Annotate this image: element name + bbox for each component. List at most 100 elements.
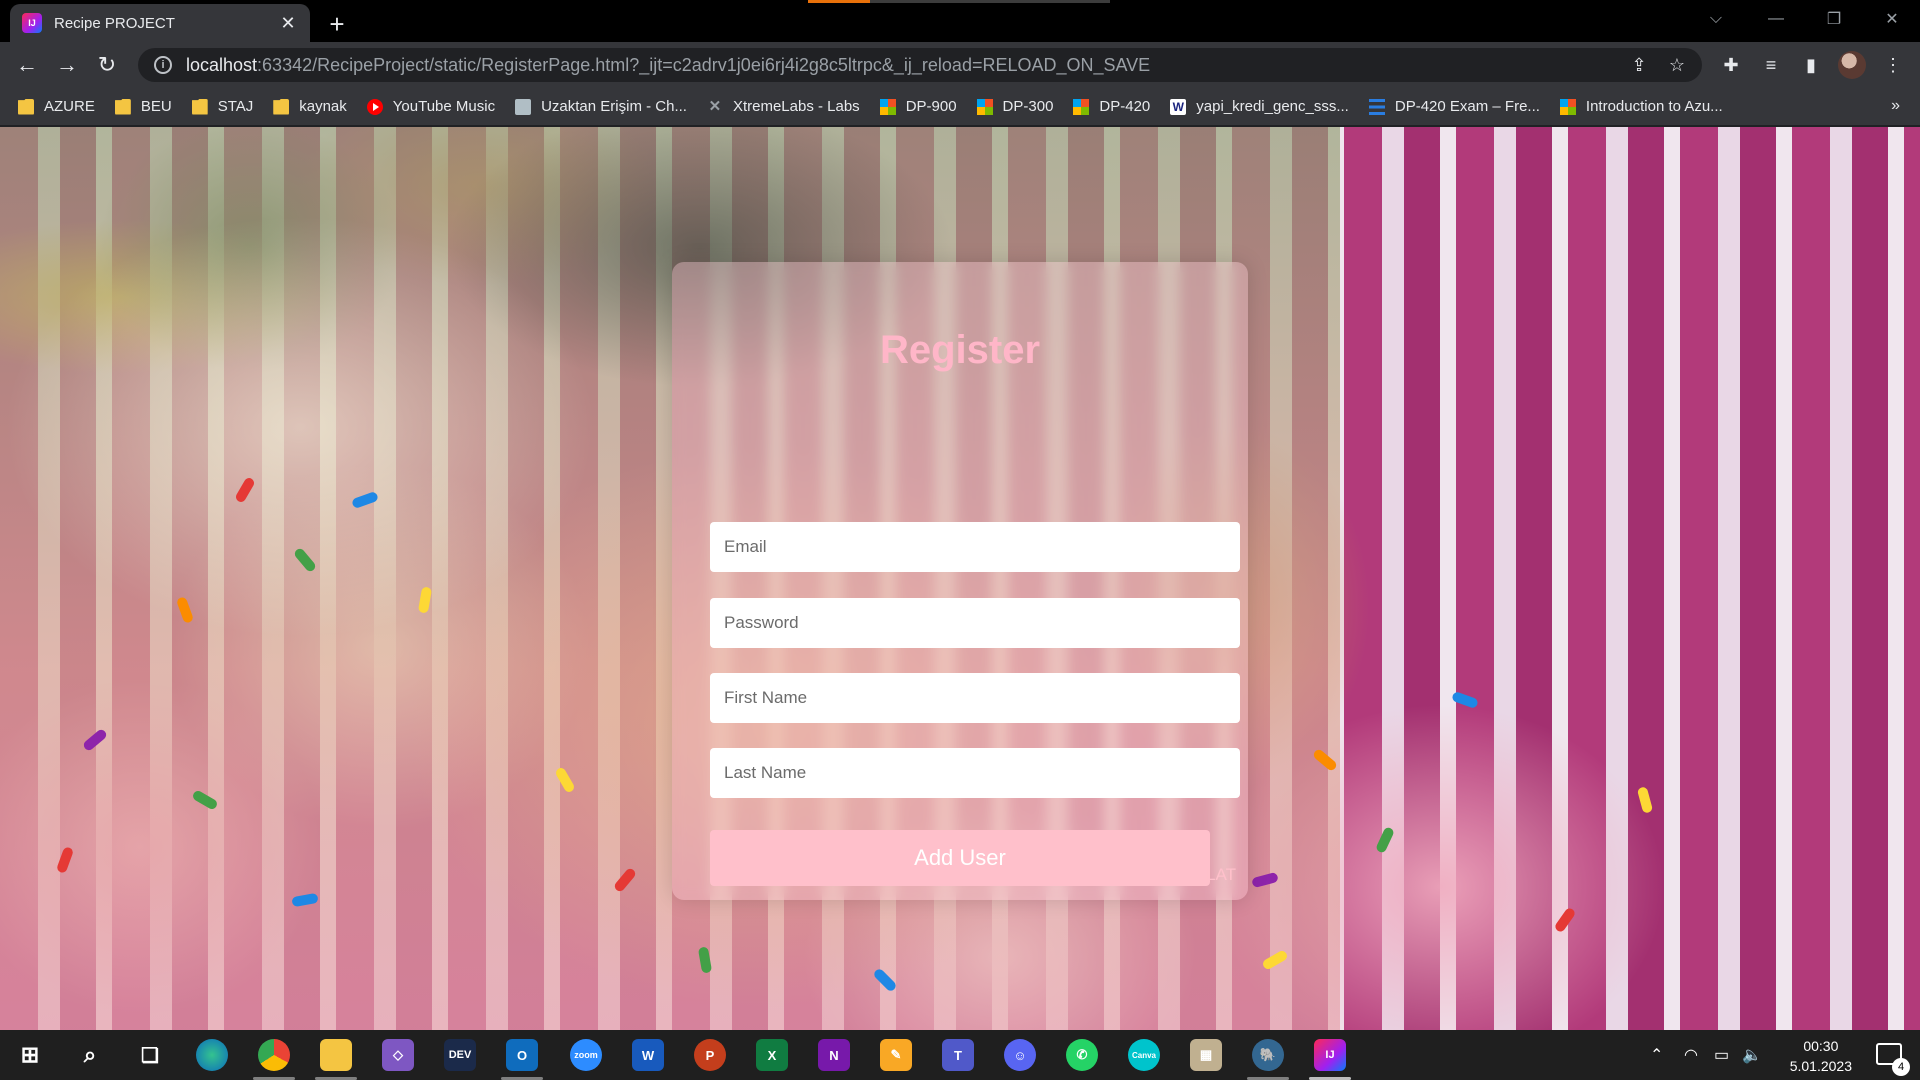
teams-icon[interactable]: T xyxy=(942,1039,974,1071)
visual-studio-icon[interactable]: ◇ xyxy=(382,1039,414,1071)
task-view-icon[interactable]: ❏ xyxy=(134,1039,166,1071)
wifi-icon[interactable]: ◠ xyxy=(1684,1030,1698,1080)
bookmark-dp-900[interactable]: DP-900 xyxy=(879,98,957,115)
battery-icon[interactable]: ▭ xyxy=(1714,1030,1729,1080)
folder-icon xyxy=(273,98,290,115)
sprinkle-decoration xyxy=(1251,871,1279,889)
register-card: Register Add User xyxy=(672,262,1248,900)
bookmark-label: STAJ xyxy=(217,98,254,115)
back-icon[interactable]: ← xyxy=(12,50,42,80)
sprinkle-decoration xyxy=(291,892,319,908)
sprinkle-decoration xyxy=(1451,690,1479,710)
first-name-field[interactable] xyxy=(710,673,1240,723)
more-bookmarks-button[interactable]: » xyxy=(1891,97,1900,115)
powerpoint-icon[interactable]: P xyxy=(694,1039,726,1071)
sprinkle-decoration xyxy=(1374,826,1396,854)
share-icon[interactable]: ⇪ xyxy=(1628,54,1650,76)
minimize-icon[interactable]: — xyxy=(1756,4,1796,34)
last-name-field[interactable] xyxy=(710,748,1240,798)
bookmark-azure[interactable]: AZURE xyxy=(18,98,95,115)
remote-access-icon xyxy=(515,98,532,115)
sprinkle-decoration xyxy=(417,586,433,614)
bookmark-label: kaynak xyxy=(299,98,347,115)
canva-icon[interactable]: Canva xyxy=(1128,1039,1160,1071)
sprinkle-decoration xyxy=(554,766,576,794)
sprinkle-decoration xyxy=(81,727,109,753)
bookmark-xtremelabs[interactable]: ✕ XtremeLabs - Labs xyxy=(707,98,860,115)
password-field[interactable] xyxy=(710,598,1240,648)
media-control-icon[interactable]: ≡ xyxy=(1758,52,1784,78)
bookmark-dp-300[interactable]: DP-300 xyxy=(976,98,1053,115)
show-hidden-icons-icon[interactable]: ⌃ xyxy=(1650,1030,1663,1080)
profile-avatar[interactable] xyxy=(1838,51,1866,79)
menu-kebab-icon[interactable]: ⋮ xyxy=(1880,52,1906,78)
sprinkle-decoration xyxy=(697,946,713,974)
bookmark-label: DP-420 Exam – Fre... xyxy=(1394,98,1540,115)
notification-count: 4 xyxy=(1892,1058,1910,1076)
chrome-icon[interactable] xyxy=(258,1039,290,1071)
extensions-icon[interactable]: ✚ xyxy=(1718,52,1744,78)
outlook-icon[interactable]: O xyxy=(506,1039,538,1071)
bookmark-introduction-azure[interactable]: Introduction to Azu... xyxy=(1559,98,1723,115)
dev-icon[interactable]: DEV xyxy=(444,1039,476,1071)
sprinkle-decoration xyxy=(55,846,75,874)
sprinkle-decoration xyxy=(612,866,638,894)
discord-icon[interactable]: ☺ xyxy=(1004,1039,1036,1071)
onenote-icon[interactable]: N xyxy=(818,1039,850,1071)
close-icon[interactable]: ✕ xyxy=(278,13,298,33)
new-tab-button[interactable]: + xyxy=(322,9,352,39)
zoom-icon[interactable]: zoom xyxy=(570,1039,602,1071)
sprinkle-decoration xyxy=(872,967,898,993)
intellij-icon[interactable]: IJ xyxy=(1314,1039,1346,1071)
microsoft-icon xyxy=(976,98,993,115)
window-close-icon[interactable]: ✕ xyxy=(1872,4,1912,34)
sprinkle-decoration xyxy=(1553,906,1577,934)
email-field[interactable] xyxy=(710,522,1240,572)
url-path: :63342/RecipeProject/static/RegisterPage… xyxy=(257,54,1151,75)
bookmark-label: DP-420 xyxy=(1099,98,1151,115)
bookmark-uzaktan-erisim[interactable]: Uzaktan Erişim - Ch... xyxy=(515,98,687,115)
browser-toolbar: ← → ↻ i localhost:63342/RecipeProject/st… xyxy=(0,42,1920,88)
bookmark-staj[interactable]: STAJ xyxy=(191,98,254,115)
restore-icon[interactable]: ❐ xyxy=(1814,4,1854,34)
volume-icon[interactable]: 🔈 xyxy=(1742,1030,1762,1080)
file-explorer-icon[interactable] xyxy=(320,1039,352,1071)
sprinkle-decoration xyxy=(292,546,318,574)
bookmark-star-icon[interactable]: ☆ xyxy=(1666,54,1688,76)
bookmark-dp-420-exam[interactable]: DP-420 Exam – Fre... xyxy=(1368,98,1540,115)
word-icon[interactable]: W xyxy=(632,1039,664,1071)
bookmark-yapi-kredi[interactable]: Wyapi_kredi_genc_sss... xyxy=(1170,98,1349,115)
pdf-icon[interactable]: ✎ xyxy=(880,1039,912,1071)
taskbar-clock[interactable]: 00:30 5.01.2023 xyxy=(1790,1036,1852,1076)
bookmark-label: YouTube Music xyxy=(392,98,496,115)
tab-search-icon[interactable]: ⌵ xyxy=(1696,4,1736,34)
youtube-music-icon xyxy=(366,98,383,115)
site-info-icon[interactable]: i xyxy=(154,56,172,74)
bookmark-dp-420[interactable]: DP-420 xyxy=(1073,98,1150,115)
bookmark-youtube-music[interactable]: YouTube Music xyxy=(366,98,496,115)
reload-icon[interactable]: ↻ xyxy=(92,50,122,80)
edge-icon[interactable] xyxy=(196,1039,228,1071)
whatsapp-icon[interactable]: ✆ xyxy=(1066,1039,1098,1071)
side-panel-icon[interactable]: ▮ xyxy=(1798,52,1824,78)
sprinkle-decoration xyxy=(1261,949,1289,971)
author-credit: Basak AHLAT xyxy=(1131,865,1236,884)
search-icon[interactable]: ⌕ xyxy=(74,1039,106,1071)
address-bar[interactable]: i localhost:63342/RecipeProject/static/R… xyxy=(138,48,1702,82)
clock-date: 5.01.2023 xyxy=(1789,1058,1852,1074)
sprinkle-decoration xyxy=(175,596,195,624)
forward-icon[interactable]: → xyxy=(52,50,82,80)
bookmark-beu[interactable]: BEU xyxy=(114,98,172,115)
bookmark-kaynak[interactable]: kaynak xyxy=(273,98,347,115)
bookmark-label: Introduction to Azu... xyxy=(1585,98,1723,115)
bookmark-label: BEU xyxy=(140,98,172,115)
bookmark-label: XtremeLabs - Labs xyxy=(732,98,860,115)
excel-icon[interactable]: X xyxy=(756,1039,788,1071)
game-icon[interactable]: ▦ xyxy=(1190,1039,1222,1071)
browser-tab[interactable]: IJ Recipe PROJECT ✕ xyxy=(10,4,310,42)
postgres-icon[interactable]: 🐘 xyxy=(1252,1039,1284,1071)
start-icon[interactable]: ⊞ xyxy=(14,1039,46,1071)
x-icon: ✕ xyxy=(708,97,722,115)
sprinkle-decoration xyxy=(1636,786,1654,814)
microsoft-icon xyxy=(1073,98,1090,115)
